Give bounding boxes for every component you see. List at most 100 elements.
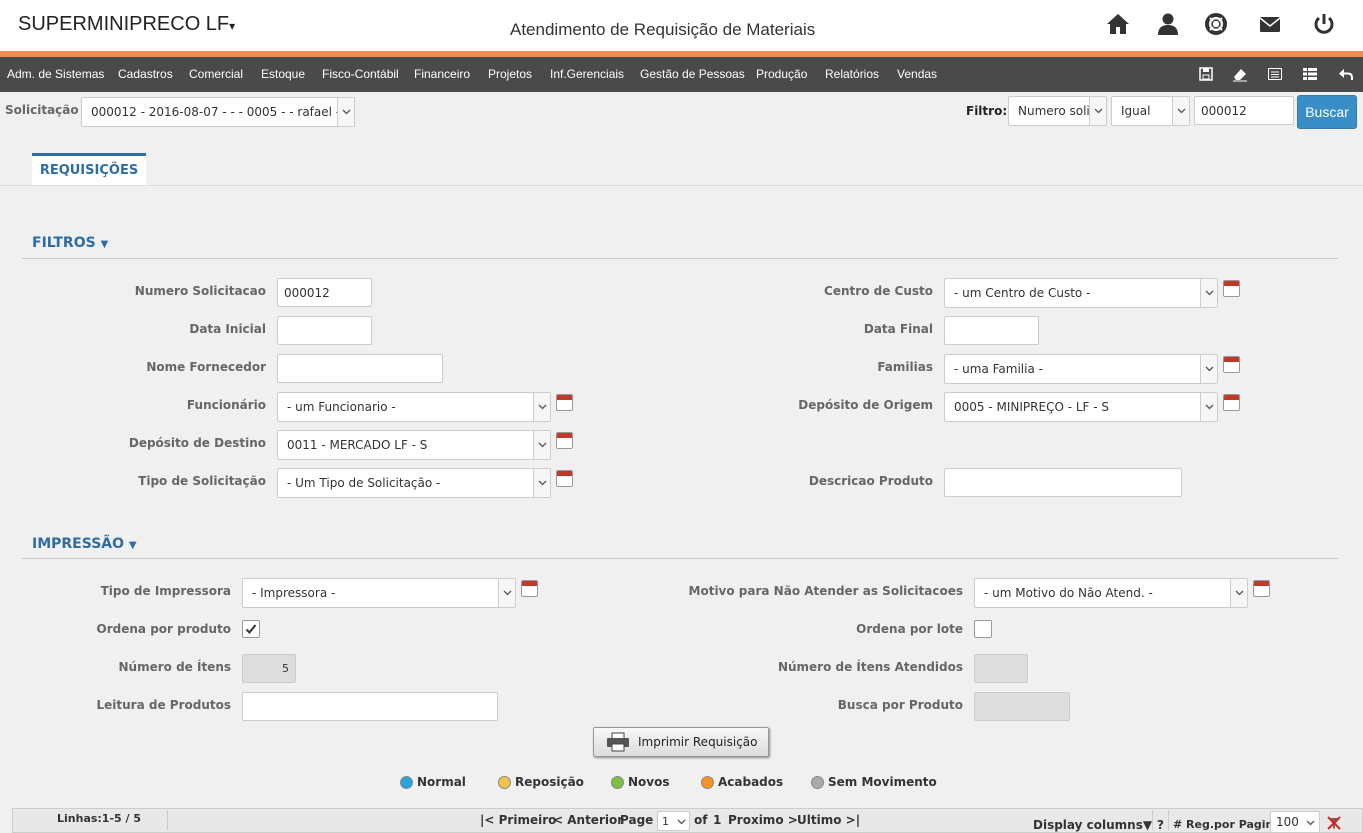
leitura-produtos-label: Leitura de Produtos [96,698,232,712]
menu-producao[interactable]: Produção [756,67,807,81]
pager-page-label: Page [620,813,654,827]
chevron-down-icon [1094,108,1102,114]
numero-solicitacao-input[interactable]: 000012 [277,278,372,307]
display-columns-button[interactable]: Display columns▼ [1033,818,1152,832]
home-icon[interactable] [1106,12,1130,36]
deposito-destino-label: Depósito de Destino [128,436,266,450]
legend-novos: Novos [611,775,670,789]
list-view-icon[interactable] [1267,66,1283,82]
funcionario-select[interactable]: - um Funcionario - [277,392,551,422]
filtro-field-select[interactable]: Numero soli [1008,96,1107,126]
mail-icon[interactable] [1258,12,1282,36]
clear-filter-icon[interactable] [1326,815,1342,831]
menu-cadastros[interactable]: Cadastros [118,67,173,81]
tipo-impressora-label: Tipo de Impressora [100,584,231,598]
centro-custo-label: Centro de Custo [824,284,933,298]
calendar-icon[interactable] [556,470,573,487]
nome-fornecedor-label: Nome Fornecedor [146,360,266,374]
imprimir-requisicao-button[interactable]: Imprimir Requisição [593,727,769,757]
deposito-origem-select[interactable]: 0005 - MINIPREÇO - LF - S [944,392,1218,422]
busca-produto-label: Busca por Produto [837,698,963,712]
menu-estoque[interactable]: Estoque [261,67,305,81]
menu-relatorios[interactable]: Relatórios [825,67,879,81]
data-final-input[interactable] [944,316,1039,345]
menu-fisco-contabil[interactable]: Fisco-Contábil [322,67,399,81]
user-icon[interactable] [1156,12,1180,36]
help-lifebuoy-icon[interactable] [1204,12,1228,36]
descricao-produto-input[interactable] [944,468,1182,497]
data-inicial-input[interactable] [277,316,372,345]
ordena-produto-checkbox[interactable] [242,620,260,638]
company-dropdown[interactable]: SUPERMINIPRECO LF▾ [18,13,235,36]
motivo-label: Motivo para Não Atender as Solicitacoes [688,584,963,598]
filtro-operator-select[interactable]: Igual [1111,96,1190,126]
centro-custo-select[interactable]: - um Centro de Custo - [944,278,1218,308]
tab-requisicoes[interactable]: REQUISIÇÕES [32,153,146,185]
tab-divider [0,185,1363,186]
grid-view-icon[interactable] [1302,66,1318,82]
calendar-icon[interactable] [521,580,538,597]
menu-adm-sistemas[interactable]: Adm. de Sistemas [7,67,104,81]
chevron-down-icon [677,819,686,825]
menu-vendas[interactable]: Vendas [897,67,937,81]
status-dot [811,775,824,789]
impressao-section-header[interactable]: IMPRESSÃO ▼ [32,536,137,552]
leitura-produtos-input[interactable] [242,692,498,721]
pager-separator [167,810,168,830]
deposito-destino-select[interactable]: 0011 - MERCADO LF - S [277,430,551,460]
pager-next[interactable]: Proximo > [728,813,798,827]
eraser-icon[interactable] [1232,66,1248,82]
calendar-icon[interactable] [1223,356,1240,373]
chevron-down-icon [538,480,546,486]
pager-previous[interactable]: < Anterior [553,813,623,827]
chevron-down-icon [538,442,546,448]
calendar-icon[interactable] [556,394,573,411]
pager-first[interactable]: |< Primeiro [480,813,556,827]
chevron-down-icon [538,404,546,410]
ordena-lote-checkbox[interactable] [974,620,992,638]
menu-projetos[interactable]: Projetos [488,67,532,81]
calendar-icon[interactable] [556,432,573,449]
status-dot [611,775,624,789]
calendar-icon[interactable] [1223,280,1240,297]
status-dot [701,775,714,789]
chevron-down-icon [1177,108,1185,114]
familias-select[interactable]: - uma Familia - [944,354,1218,384]
save-icon[interactable] [1198,66,1214,82]
motivo-select[interactable]: - um Motivo do Não Atend. - [974,578,1248,608]
power-icon[interactable] [1312,12,1336,36]
page-title: Atendimento de Requisição de Materiais [510,20,816,39]
tipo-impressora-select[interactable]: - Impressora - [242,578,516,608]
chevron-down-icon [342,109,350,115]
menu-comercial[interactable]: Comercial [189,67,243,81]
busca-produto-input [974,692,1070,721]
main-menu-bar: Adm. de Sistemas Cadastros Comercial Est… [0,57,1363,92]
data-final-label: Data Final [863,322,933,336]
printer-icon [607,732,629,752]
pager-page-select[interactable]: 1 [657,811,690,831]
menu-gestao-pessoas[interactable]: Gestão de Pessoas [640,67,745,81]
filtro-value-input[interactable]: 000012 [1194,96,1294,125]
filtros-section-header[interactable]: FILTROS ▼ [32,235,108,251]
tipo-solicitacao-select[interactable]: - Um Tipo de Solicitação - [277,468,551,498]
buscar-button[interactable]: Buscar [1297,95,1357,129]
status-dot [498,775,511,789]
legend-acabados: Acabados [701,775,783,789]
calendar-icon[interactable] [1223,394,1240,411]
back-arrow-icon[interactable] [1338,66,1354,82]
solicitacao-select[interactable]: 000012 - 2016-08-07 - - - 0005 - - rafae… [81,97,355,127]
chevron-down-icon [503,590,511,596]
reg-por-pagina-select[interactable]: 100 [1270,811,1320,833]
calendar-icon[interactable] [1253,580,1270,597]
pager-last[interactable]: Ultimo >| [797,813,860,827]
menu-financeiro[interactable]: Financeiro [414,67,470,81]
legend-sem-movimento: Sem Movimento [811,775,937,789]
reg-por-pagina-label: # Reg.por Pagina [1173,818,1281,831]
menu-inf-gerenciais[interactable]: Inf.Gerenciais [550,67,624,81]
pager-separator [1152,810,1153,830]
data-inicial-label: Data Inicial [189,322,266,336]
nome-fornecedor-input[interactable] [277,354,443,383]
help-button[interactable]: ? [1157,818,1164,832]
funcionario-label: Funcionário [186,398,266,412]
familias-label: Familias [877,360,933,374]
